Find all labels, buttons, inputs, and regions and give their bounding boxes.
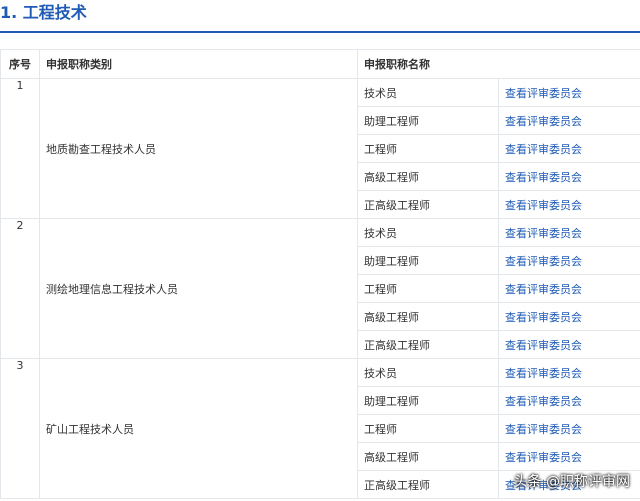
view-committee-link[interactable]: 查看评审委员会 — [505, 339, 582, 352]
title-cell: 助理工程师 — [357, 246, 499, 275]
committee-link-cell: 查看评审委员会 — [498, 302, 640, 331]
view-committee-link[interactable]: 查看评审委员会 — [505, 171, 582, 184]
view-committee-link[interactable]: 查看评审委员会 — [505, 115, 582, 128]
view-committee-link[interactable]: 查看评审委员会 — [505, 87, 582, 100]
view-committee-link[interactable]: 查看评审委员会 — [505, 367, 582, 380]
committee-link-cell: 查看评审委员会 — [498, 274, 640, 303]
view-committee-link[interactable]: 查看评审委员会 — [505, 227, 582, 240]
committee-link-cell: 查看评审委员会 — [498, 246, 640, 275]
view-committee-link[interactable]: 查看评审委员会 — [505, 255, 582, 268]
title-cell: 助理工程师 — [357, 106, 499, 135]
committee-link-cell: 查看评审委员会 — [498, 442, 640, 471]
table-body: 1 地质勘查工程技术人员 技术员 查看评审委员会 助理工程师 查看评审委员会 工程师 查看评审… — [0, 78, 640, 499]
section-title: 1. 工程技术 — [0, 3, 87, 22]
header-title: 申报职称名称 — [357, 49, 640, 79]
committee-link-cell: 查看评审委员会 — [498, 414, 640, 443]
table-row: 1 地质勘查工程技术人员 技术员 查看评审委员会 — [0, 78, 640, 219]
title-cell: 正高级工程师 — [357, 470, 499, 499]
committee-link-cell: 查看评审委员会 — [498, 78, 640, 107]
committee-link-cell: 查看评审委员会 — [498, 190, 640, 219]
title-cell: 工程师 — [357, 414, 499, 443]
view-committee-link[interactable]: 查看评审委员会 — [505, 143, 582, 156]
table-row: 2 测绘地理信息工程技术人员 技术员 查看评审委员会 — [0, 218, 640, 359]
category-cell: 矿山工程技术人员 — [39, 358, 358, 499]
view-committee-link[interactable]: 查看评审委员会 — [505, 451, 582, 464]
row-number: 2 — [0, 218, 40, 359]
committee-link-cell: 查看评审委员会 — [498, 386, 640, 415]
category-cell: 测绘地理信息工程技术人员 — [39, 218, 358, 359]
title-cell: 正高级工程师 — [357, 190, 499, 219]
title-cell: 高级工程师 — [357, 162, 499, 191]
committee-link-cell: 查看评审委员会 — [498, 330, 640, 359]
section-header: 1. 工程技术 — [0, 0, 640, 33]
committee-link-cell: 查看评审委员会 — [498, 218, 640, 247]
title-cell: 技术员 — [357, 78, 499, 107]
view-committee-link[interactable]: 查看评审委员会 — [505, 199, 582, 212]
view-committee-link[interactable]: 查看评审委员会 — [505, 311, 582, 324]
committee-link-cell: 查看评审委员会 — [498, 162, 640, 191]
title-cell: 高级工程师 — [357, 442, 499, 471]
row-number: 1 — [0, 78, 40, 219]
view-committee-link[interactable]: 查看评审委员会 — [505, 283, 582, 296]
title-cell: 技术员 — [357, 358, 499, 387]
title-table: 序号 申报职称类别 申报职称名称 1 地质勘查工程技术人员 技术员 查看评审委员会 助理… — [0, 49, 640, 499]
watermark: 头条 @职称评审网 — [513, 474, 630, 490]
title-cell: 正高级工程师 — [357, 330, 499, 359]
title-cell: 工程师 — [357, 274, 499, 303]
committee-link-cell: 查看评审委员会 — [498, 358, 640, 387]
view-committee-link[interactable]: 查看评审委员会 — [505, 423, 582, 436]
view-committee-link[interactable]: 查看评审委员会 — [505, 395, 582, 408]
header-category: 申报职称类别 — [39, 49, 358, 79]
committee-link-cell: 查看评审委员会 — [498, 106, 640, 135]
row-number: 3 — [0, 358, 40, 499]
table-header-row: 序号 申报职称类别 申报职称名称 — [0, 49, 640, 79]
header-no: 序号 — [0, 49, 40, 79]
title-cell: 工程师 — [357, 134, 499, 163]
table-row: 3 矿山工程技术人员 技术员 查看评审委员会 — [0, 358, 640, 499]
committee-link-cell: 查看评审委员会 — [498, 134, 640, 163]
title-cell: 技术员 — [357, 218, 499, 247]
title-cell: 助理工程师 — [357, 386, 499, 415]
title-cell: 高级工程师 — [357, 302, 499, 331]
category-cell: 地质勘查工程技术人员 — [39, 78, 358, 219]
